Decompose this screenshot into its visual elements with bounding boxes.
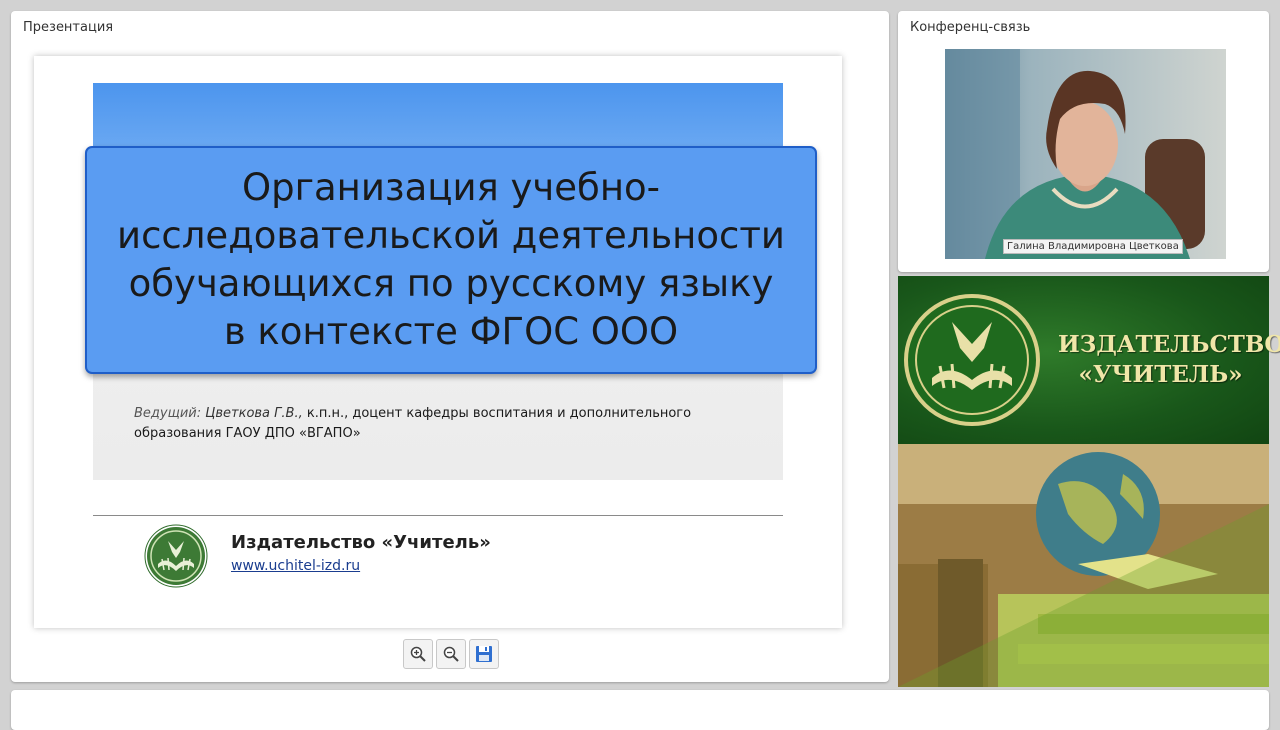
slide-title-box: Организация учебно- исследовательской де… — [85, 146, 817, 374]
publisher-url-link[interactable]: www.uchitel-izd.ru — [231, 558, 360, 574]
presenter-name: Цветкова Г.В., — [205, 406, 303, 421]
video-frame — [945, 49, 1226, 259]
slide: Организация учебно- исследовательской де… — [34, 56, 842, 628]
conference-panel-title: Конференц-связь — [910, 20, 1031, 35]
presenter-details-line1: к.п.н., доцент кафедры воспитания и допо… — [302, 406, 692, 421]
banner-logo — [904, 294, 1040, 426]
zoom-in-button[interactable] — [403, 639, 433, 669]
participant-name-label: Галина Владимировна Цветкова — [1003, 239, 1183, 254]
conference-panel: Конференц-связь Галина Владимировна Цвет… — [898, 11, 1269, 272]
publisher-name: Издательство «Учитель» — [231, 532, 491, 553]
presenter-label: Ведущий: — [134, 406, 202, 421]
publisher-banner: ИЗДАТЕЛЬСТВО «УЧИТЕЛЬ» — [898, 276, 1280, 444]
video-feed[interactable]: Галина Владимировна Цветкова — [945, 49, 1226, 259]
books-globe-image — [898, 444, 1269, 687]
presenter-details-line2: образования ГАОУ ДПО «ВГАПО» — [134, 426, 361, 441]
slide-divider — [93, 515, 783, 516]
save-button[interactable] — [469, 639, 499, 669]
zoom-out-icon — [443, 646, 459, 662]
presentation-panel: Презентация Организация учебно- исследов… — [11, 11, 889, 682]
banner-text: ИЗДАТЕЛЬСТВО «УЧИТЕЛЬ» — [1058, 331, 1280, 388]
bottom-panel — [11, 690, 1269, 730]
presentation-panel-title: Презентация — [23, 20, 114, 35]
zoom-in-icon — [410, 646, 426, 662]
floppy-disk-icon — [476, 646, 492, 662]
books-illustration — [898, 444, 1269, 687]
slide-title: Организация учебно- исследовательской де… — [117, 166, 785, 353]
presenter-info: Ведущий: Цветкова Г.В., к.п.н., доцент к… — [134, 404, 754, 444]
zoom-out-button[interactable] — [436, 639, 466, 669]
publisher-logo — [144, 524, 208, 588]
slide-blue-band — [93, 83, 783, 149]
